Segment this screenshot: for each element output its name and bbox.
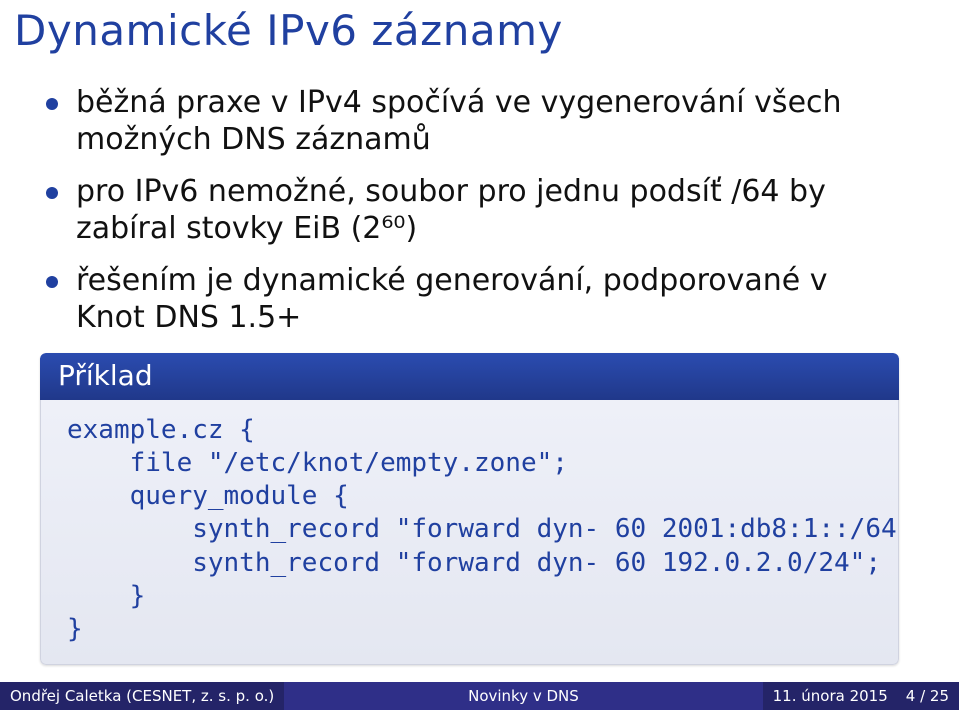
footer: Ondřej Caletka (CESNET, z. s. p. o.) Nov… xyxy=(0,682,959,710)
slide-content: běžná praxe v IPv4 spočívá ve vygenerová… xyxy=(0,63,959,710)
code-sample: example.cz { file "/etc/knot/empty.zone"… xyxy=(67,414,872,647)
footer-title: Novinky v DNS xyxy=(284,682,762,710)
slide-title: Dynamické IPv6 záznamy xyxy=(0,0,959,63)
footer-date: 11. února 2015 xyxy=(773,687,888,705)
list-item: řešením je dynamické generování, podporo… xyxy=(40,263,899,336)
example-block-title: Příklad xyxy=(40,353,899,400)
footer-author: Ondřej Caletka (CESNET, z. s. p. o.) xyxy=(0,682,284,710)
example-block-body: example.cz { file "/etc/knot/empty.zone"… xyxy=(40,400,899,666)
list-item: pro IPv6 nemožné, soubor pro jednu podsí… xyxy=(40,174,899,247)
footer-page: 4 / 25 xyxy=(906,687,949,705)
footer-right: 11. února 2015 4 / 25 xyxy=(763,682,959,710)
example-block: Příklad example.cz { file "/etc/knot/emp… xyxy=(40,353,899,666)
bullet-list: běžná praxe v IPv4 spočívá ve vygenerová… xyxy=(40,85,899,337)
list-item: běžná praxe v IPv4 spočívá ve vygenerová… xyxy=(40,85,899,158)
